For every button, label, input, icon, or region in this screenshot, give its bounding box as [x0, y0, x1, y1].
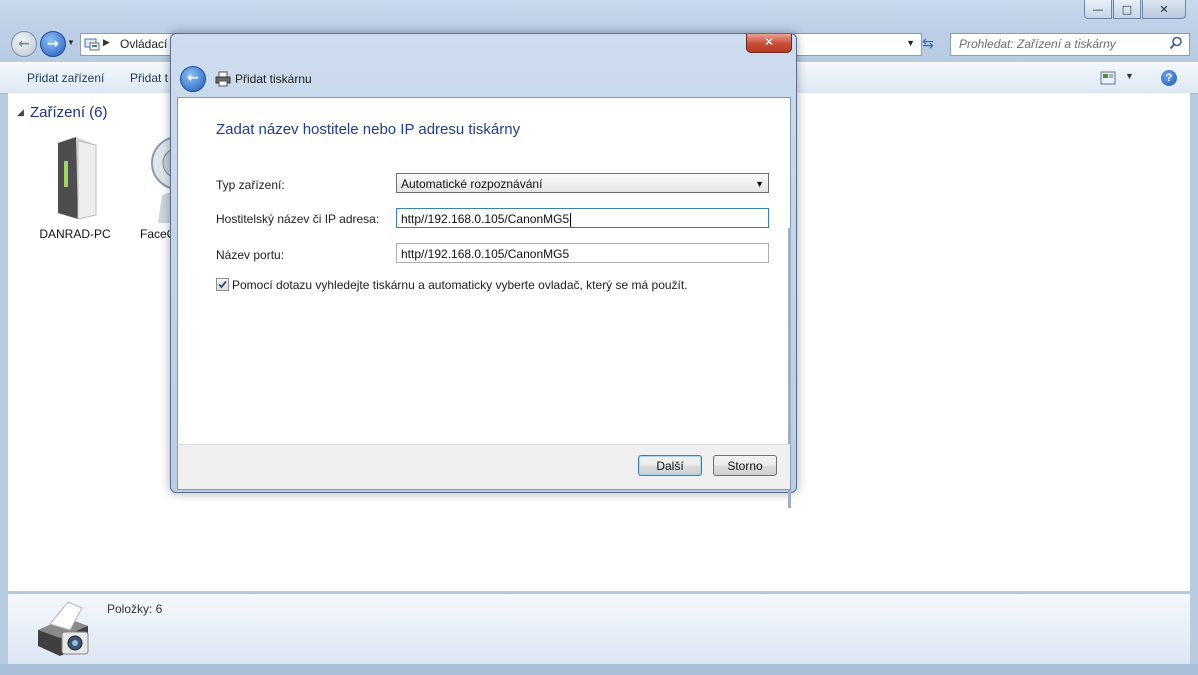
- minimize-button[interactable]: —: [1084, 0, 1112, 19]
- next-button[interactable]: Další: [638, 455, 702, 476]
- search-input[interactable]: Prohledat: Zařízení a tiskárny: [959, 37, 1116, 51]
- arrow-left-icon: ←: [18, 36, 30, 52]
- details-pane: Položky: 6: [8, 593, 1190, 664]
- printer-icon: [215, 71, 231, 87]
- computer-tower-icon: [58, 137, 97, 219]
- maximize-icon: □: [1121, 2, 1133, 16]
- help-icon[interactable]: ?: [1161, 70, 1177, 86]
- window-caption-buttons: — □ ✕: [1084, 0, 1186, 19]
- arrow-left-icon: ←: [187, 70, 199, 86]
- refresh-icon[interactable]: ⇆: [922, 36, 940, 54]
- chevron-down-icon: ▼: [755, 179, 764, 189]
- hostname-label: Hostitelský název či IP adresa:: [216, 212, 380, 226]
- add-printer-dialog: ✕ ← Přidat tiskárnu Zadat název hostitel…: [170, 33, 797, 508]
- item-count: Položky: 6: [107, 602, 163, 616]
- dialog-back-button[interactable]: ←: [180, 66, 206, 92]
- control-panel-icon: [84, 38, 100, 51]
- add-device-button[interactable]: Přidat zařízení: [27, 71, 104, 85]
- cancel-button[interactable]: Storno: [713, 455, 777, 476]
- devices-group-header[interactable]: Zařízení (6): [30, 104, 108, 121]
- add-printer-button[interactable]: Přidat t: [130, 71, 168, 85]
- dialog-body: Zadat název hostitele nebo IP adresu tis…: [177, 97, 791, 508]
- dialog-header: ← Přidat tiskárnu: [177, 62, 789, 96]
- device-danrad-pc[interactable]: DANRAD-PC: [35, 133, 115, 243]
- text-cursor: [570, 212, 572, 227]
- recent-pages-dropdown-icon[interactable]: ▼: [67, 38, 75, 47]
- maximize-button[interactable]: □: [1113, 0, 1141, 19]
- printer-camera-icon: [38, 601, 89, 656]
- minimize-icon: —: [1092, 2, 1104, 16]
- dialog-close-button[interactable]: ✕: [746, 34, 792, 53]
- breadcrumb-arrow-icon[interactable]: ▶: [103, 37, 110, 48]
- device-type-select[interactable]: Automatické rozpoznávání ▼: [396, 173, 769, 193]
- search-icon[interactable]: [1169, 36, 1183, 50]
- hostname-value: http//192.168.0.105/CanonMG5: [401, 212, 570, 226]
- port-name-input[interactable]: http//192.168.0.105/CanonMG5: [396, 243, 769, 263]
- window-bottom-edge: [0, 664, 1198, 675]
- port-name-label: Název portu:: [216, 248, 285, 262]
- search-box[interactable]: Prohledat: Zařízení a tiskárny: [950, 33, 1190, 56]
- close-icon: ✕: [763, 35, 775, 49]
- query-printer-checkbox[interactable]: [216, 278, 229, 291]
- dialog-heading: Zadat název hostitele nebo IP adresu tis…: [216, 121, 521, 138]
- port-name-value: http//192.168.0.105/CanonMG5: [401, 247, 570, 261]
- forward-button[interactable]: →: [40, 31, 66, 57]
- close-icon: ✕: [1159, 2, 1169, 16]
- address-dropdown-icon[interactable]: ▼: [906, 38, 915, 48]
- change-view-icon[interactable]: [1100, 71, 1116, 85]
- query-printer-label[interactable]: Pomocí dotazu vyhledejte tiskárnu a auto…: [232, 278, 688, 292]
- device-type-label: Typ zařízení:: [216, 178, 285, 192]
- checkmark-icon: [218, 280, 227, 289]
- back-button[interactable]: ←: [11, 31, 37, 57]
- explorer-window: — □ ✕ ← → ▼ ▶ Ovládací ▼ ⇆ Prohledat: Za…: [0, 0, 1198, 675]
- breadcrumb-control-panel[interactable]: Ovládací: [120, 37, 167, 51]
- device-type-value: Automatické rozpoznávání: [401, 177, 543, 191]
- close-window-button[interactable]: ✕: [1142, 0, 1186, 19]
- dialog-footer: Další Storno: [177, 444, 791, 490]
- hostname-input[interactable]: http//192.168.0.105/CanonMG5: [396, 208, 769, 228]
- arrow-right-icon: →: [47, 36, 59, 52]
- dialog-title: Přidat tiskárnu: [235, 72, 312, 86]
- collapse-group-icon[interactable]: ◢: [17, 107, 24, 118]
- device-label: DANRAD-PC: [39, 227, 111, 241]
- view-options-dropdown-icon[interactable]: ▼: [1125, 71, 1134, 81]
